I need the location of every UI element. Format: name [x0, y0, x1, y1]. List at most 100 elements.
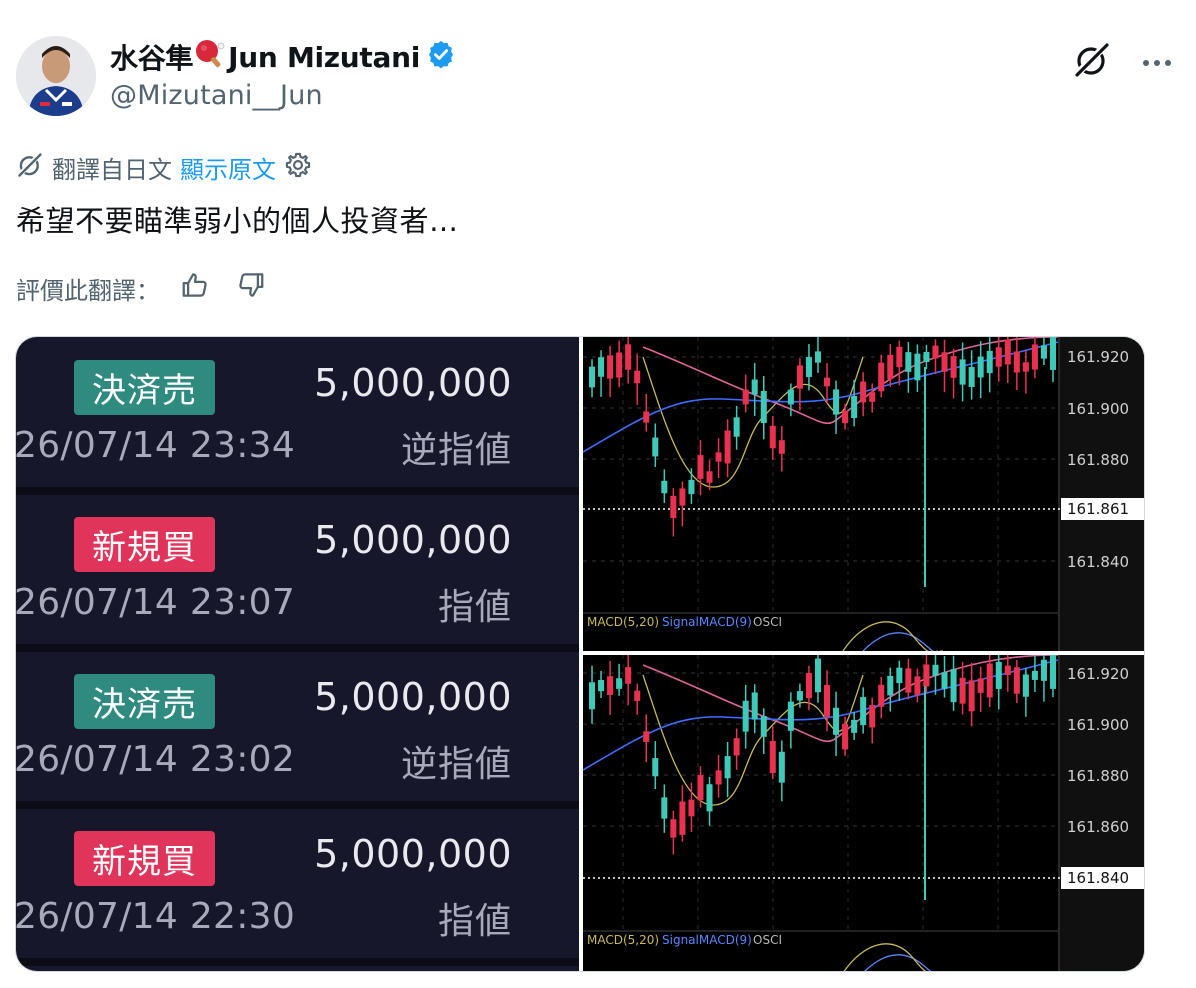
- candle: [661, 480, 668, 494]
- candle: [796, 691, 803, 701]
- divider: [16, 958, 579, 966]
- candle: [833, 707, 840, 735]
- candle: [1013, 667, 1020, 694]
- candle: [896, 346, 903, 368]
- order-date: 26/07/14 23:02: [15, 739, 296, 780]
- grok-icon: [16, 151, 44, 185]
- candle: [706, 784, 713, 812]
- avatar[interactable]: [16, 36, 96, 116]
- tweet-media[interactable]: 決済売 26/07/14 23:34 5,000,000 逆指値 新規買 26/…: [15, 336, 1145, 972]
- candle: [688, 479, 695, 495]
- candle: [616, 678, 623, 689]
- candle: [950, 669, 957, 703]
- candle: [995, 347, 1002, 367]
- candle: [833, 389, 840, 415]
- candle: [733, 417, 740, 437]
- candlestick-chart: 161.920 161.900 161.880 161.860 161.840 …: [583, 655, 1144, 971]
- order-row: 決済売 26/07/14 23:02 5,000,000 逆指値: [16, 651, 579, 801]
- order-date: 26/07/14 22:30: [15, 896, 296, 937]
- order-quantity: 5,000,000: [314, 675, 512, 719]
- candle: [959, 677, 966, 704]
- candle: [896, 667, 903, 684]
- thumbs-down-icon[interactable]: [236, 270, 266, 306]
- candle: [977, 356, 984, 378]
- candle: [1022, 362, 1029, 372]
- candle: [914, 676, 921, 695]
- grok-icon[interactable]: [1072, 40, 1112, 84]
- candle: [607, 676, 614, 695]
- candle: [688, 799, 695, 817]
- candle: [968, 367, 975, 387]
- candle: [760, 715, 767, 737]
- rate-label: 評價此翻譯：: [16, 276, 160, 305]
- candle: [923, 664, 930, 687]
- candle: [715, 770, 722, 785]
- candle: [625, 667, 632, 684]
- candle: [778, 751, 785, 783]
- candle: [724, 430, 731, 464]
- candle: [598, 680, 605, 692]
- show-original-link[interactable]: 顯示原文: [180, 150, 276, 185]
- macd-label: MACD(5,20): [587, 615, 659, 629]
- user-handle[interactable]: @Mizutani__Jun: [110, 80, 456, 111]
- candle: [616, 352, 623, 378]
- candle: [814, 351, 821, 363]
- candle: [652, 437, 659, 457]
- candle: [697, 775, 704, 801]
- candle: [1049, 337, 1056, 370]
- order-tag: 新規買: [74, 517, 215, 572]
- order-date: 26/07/14 23:34: [15, 425, 296, 466]
- candle: [697, 455, 704, 479]
- order-type: 指値: [437, 587, 512, 628]
- thumbs-up-icon[interactable]: [180, 270, 210, 306]
- candle: [589, 366, 596, 388]
- candle: [887, 675, 894, 696]
- signal-label: SignalMACD(9): [662, 933, 752, 947]
- order-quantity: 5,000,000: [314, 832, 512, 876]
- candle: [670, 495, 677, 519]
- candle: [742, 700, 749, 732]
- candle: [887, 354, 894, 380]
- order-tag: 新規買: [74, 831, 215, 886]
- candle: [1040, 659, 1047, 681]
- candle: [860, 697, 867, 726]
- candle: [733, 738, 740, 756]
- candle: [932, 664, 939, 676]
- price-axis-label: 161.920: [1067, 665, 1129, 683]
- candle: [607, 355, 614, 379]
- candle: [598, 357, 605, 377]
- candle: [914, 353, 921, 381]
- candlestick-chart-image[interactable]: 161.920 161.900 161.880 161.840 161.861 …: [583, 337, 1144, 651]
- candle: [634, 690, 641, 701]
- candle: [715, 452, 722, 462]
- candle: [1004, 665, 1011, 675]
- candle: [869, 392, 876, 402]
- price-axis-label: 161.840: [1067, 553, 1129, 571]
- gear-icon[interactable]: [284, 151, 312, 185]
- display-name[interactable]: 水谷隼 Jun Mizutani: [110, 38, 456, 76]
- candle: [742, 389, 749, 405]
- verified-badge-icon[interactable]: [426, 39, 456, 76]
- order-type: 逆指値: [400, 430, 512, 471]
- price-axis-label: 161.900: [1067, 400, 1129, 418]
- candle: [1040, 345, 1047, 359]
- order-type: 逆指値: [400, 744, 512, 785]
- candle: [851, 719, 858, 733]
- candle: [751, 692, 758, 720]
- display-name-suffix: Jun Mizutani: [228, 40, 421, 74]
- more-icon[interactable]: [1142, 53, 1172, 72]
- candlestick-chart-image[interactable]: 161.920 161.900 161.880 161.860 161.840 …: [583, 655, 1144, 971]
- candle: [824, 377, 831, 387]
- candle: [706, 471, 713, 483]
- candle: [643, 731, 650, 742]
- candle: [661, 797, 668, 819]
- signal-line: [864, 954, 932, 971]
- candle: [769, 425, 776, 449]
- candle: [1031, 344, 1038, 370]
- order-quantity: 5,000,000: [314, 361, 512, 405]
- order-history-image[interactable]: 決済売 26/07/14 23:34 5,000,000 逆指値 新規買 26/…: [15, 337, 579, 971]
- candle: [679, 488, 686, 506]
- candle: [589, 682, 596, 710]
- current-price-label: 161.861: [1067, 500, 1129, 518]
- candle: [869, 704, 876, 728]
